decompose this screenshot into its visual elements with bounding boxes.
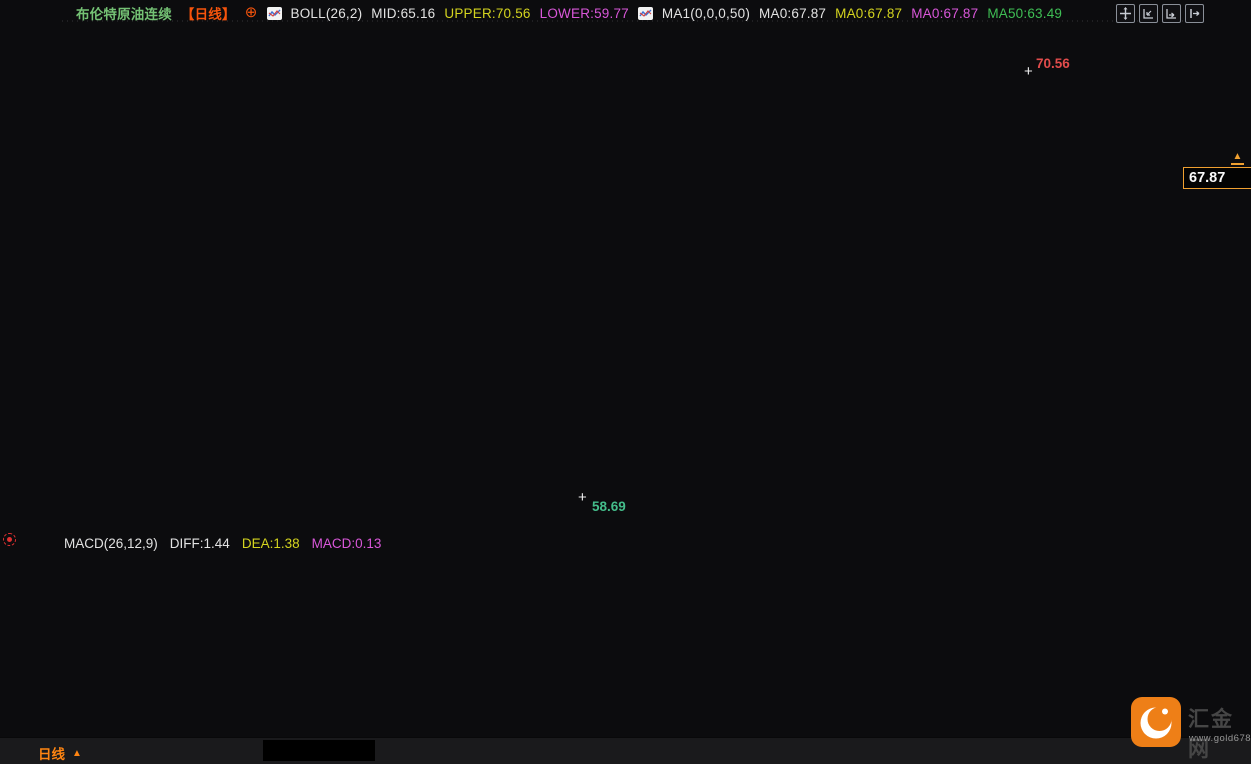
brand-url: www.gold678.com: [1189, 733, 1251, 744]
ma-chart-icon[interactable]: [637, 6, 653, 20]
fit-left-axis-icon[interactable]: [1139, 4, 1158, 23]
redaction-box: [263, 740, 375, 761]
circle-plus-icon[interactable]: ⊕: [245, 5, 258, 20]
chart-header: 布伦特原油连续 【日线】 ⊕ BOLL(26,2) MID:65.16 UPPE…: [76, 3, 1062, 23]
last-price-badge: 67.87: [1183, 167, 1251, 189]
ma0-value-magenta: MA0:67.87: [911, 5, 979, 21]
boll-lower-value: LOWER:59.77: [539, 5, 629, 21]
macd-dea-value: DEA:1.38: [241, 536, 300, 551]
chart-toolbar: [1116, 4, 1204, 23]
high-cross-marker: +: [1024, 63, 1033, 80]
indicator-chart-icon[interactable]: [266, 6, 282, 20]
period-selector[interactable]: 日线 ▲: [38, 743, 82, 763]
ma0-value-white: MA0:67.87: [759, 5, 827, 21]
ma50-value: MA50:63.49: [987, 5, 1063, 21]
macd-macd-value: MACD:0.13: [311, 536, 382, 551]
period-label: 日线: [38, 747, 65, 762]
chevron-up-icon: ▲: [72, 747, 82, 759]
jump-to-latest-icon[interactable]: ▲: [1231, 152, 1244, 165]
shift-right-icon[interactable]: [1185, 4, 1204, 23]
gold678-logo[interactable]: [1131, 697, 1181, 752]
fit-right-axis-icon[interactable]: [1162, 4, 1181, 23]
record-dot-icon: [3, 533, 16, 546]
macd-label: MACD(26,12,9): [64, 536, 158, 551]
low-price-annotation: 58.69: [592, 499, 626, 514]
price-macd-chart[interactable]: [0, 0, 1251, 737]
ma0-value-yellow: MA0:67.87: [835, 5, 903, 21]
time-axis-bar: 日线 ▲: [0, 737, 1251, 764]
ma-group-label: MA1(0,0,0,50): [661, 5, 751, 21]
boll-mid-value: MID:65.16: [371, 5, 436, 21]
crosshair-move-icon[interactable]: [1116, 4, 1135, 23]
chart-app: 布伦特原油连续 【日线】 ⊕ BOLL(26,2) MID:65.16 UPPE…: [0, 0, 1251, 764]
macd-header: MACD(26,12,9) DIFF:1.44 DEA:1.38 MACD:0.…: [64, 536, 381, 551]
high-price-annotation: 70.56: [1036, 56, 1070, 71]
macd-diff-value: DIFF:1.44: [169, 536, 230, 551]
boll-upper-value: UPPER:70.56: [444, 5, 531, 21]
boll-label: BOLL(26,2): [290, 5, 363, 21]
low-cross-marker: +: [578, 489, 587, 506]
period-tag[interactable]: 【日线】: [181, 3, 236, 23]
instrument-title[interactable]: 布伦特原油连续: [76, 3, 172, 23]
